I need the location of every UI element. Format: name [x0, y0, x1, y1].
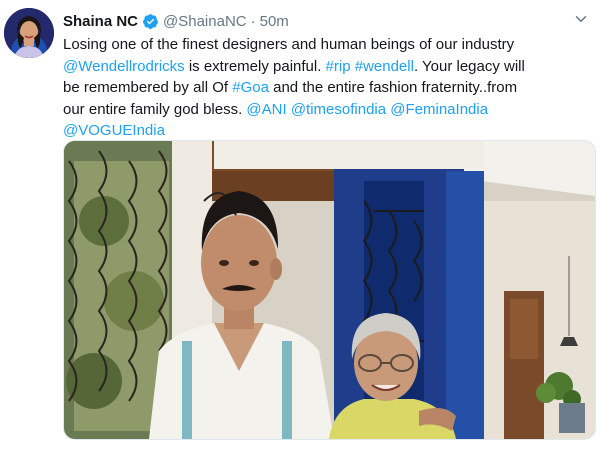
tweet-text-segment: . Your legacy will — [413, 57, 525, 75]
mention-link[interactable]: @ANI — [246, 101, 286, 118]
timestamp[interactable]: 50m — [260, 13, 289, 30]
hashtag-link[interactable]: #Goa — [232, 79, 269, 96]
chevron-down-icon[interactable] — [572, 10, 590, 28]
verified-badge-icon — [143, 13, 158, 29]
tweet-text-segment: our entire family god bless. — [63, 100, 247, 118]
tweet-text-line: @VOGUEIndia — [63, 120, 593, 142]
tweet-text-segment: is extremely painful. — [184, 57, 326, 75]
separator-dot: · — [250, 12, 256, 30]
display-name[interactable]: Shaina NC — [63, 13, 138, 30]
tweet-text-segment: Losing one of the finest designers and h… — [63, 36, 515, 53]
hashtag-link[interactable]: #rip — [326, 58, 351, 75]
tweet-photo[interactable] — [63, 140, 596, 440]
tweet-text-line: be remembered by all Of #Goa and the ent… — [63, 77, 593, 99]
avatar-image — [4, 8, 54, 58]
photo-image — [64, 141, 595, 439]
tweet-text-line: Losing one of the finest designers and h… — [63, 34, 593, 56]
tweet-text-line: our entire family god bless. @ANI @times… — [63, 99, 593, 121]
tweet-text-line: @Wendellrodricks is extremely painful. #… — [63, 56, 593, 78]
tweet-text: Losing one of the finest designers and h… — [63, 34, 593, 142]
mention-link[interactable]: @FeminaIndia — [390, 101, 488, 118]
tweet-header: Shaina NC @ShainaNC · 50m — [63, 10, 590, 32]
tweet-card: Shaina NC @ShainaNC · 50m Losing one of … — [0, 0, 600, 450]
mention-link[interactable]: @Wendellrodricks — [63, 58, 185, 75]
mention-link[interactable]: @timesofindia — [291, 101, 386, 118]
tweet-text-segment: and the entire fashion fraternity..from — [268, 79, 518, 96]
avatar[interactable] — [4, 8, 54, 58]
mention-link[interactable]: @VOGUEIndia — [63, 122, 165, 139]
hashtag-link[interactable]: #wendell — [355, 58, 414, 75]
user-handle[interactable]: @ShainaNC — [163, 13, 247, 30]
tweet-text-segment: be remembered by all Of — [63, 79, 233, 96]
